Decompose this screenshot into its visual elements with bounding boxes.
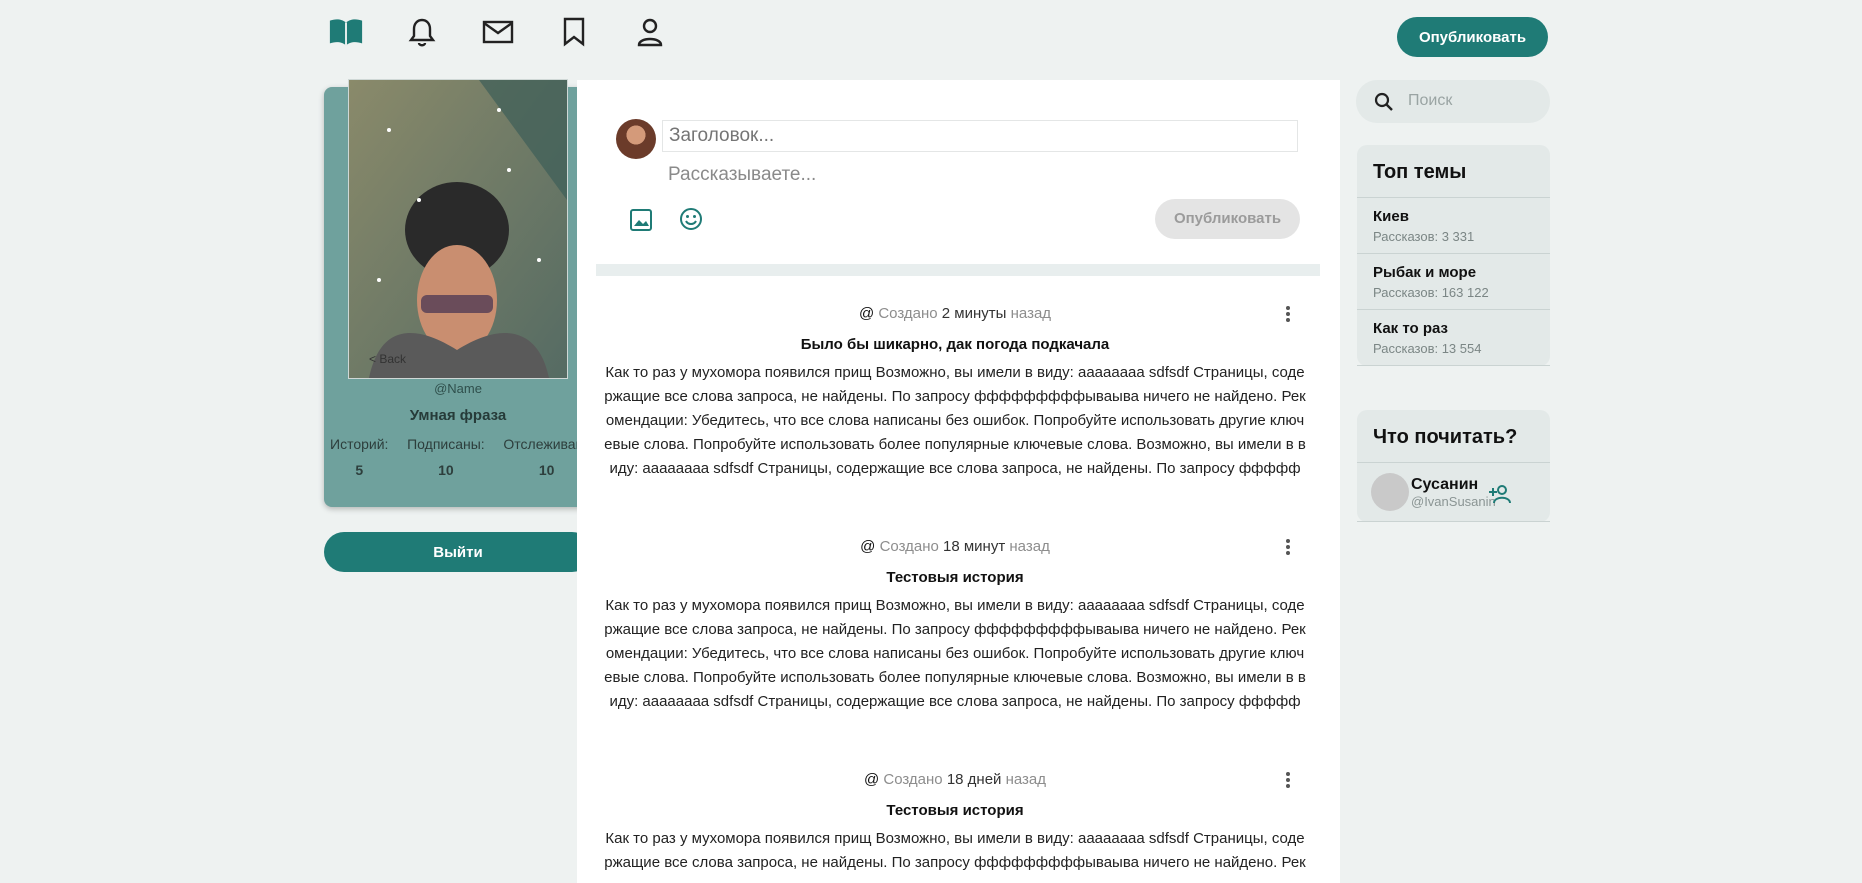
stat-value: 10: [538, 462, 555, 478]
user-handle: @IvanSusanin: [1411, 493, 1496, 509]
topic-count: Рассказов: 163 122: [1373, 285, 1489, 300]
book-icon[interactable]: [328, 14, 364, 50]
post-meta: @ Создано 2 минуты назад: [604, 305, 1306, 322]
topic-item[interactable]: Рыбак и море Рассказов: 163 122: [1357, 254, 1550, 310]
stat-stories[interactable]: Историй: 5: [330, 436, 388, 478]
user-icon[interactable]: [632, 14, 668, 50]
mail-icon[interactable]: [480, 14, 516, 50]
at-icon: @: [863, 771, 880, 788]
stat-value: 10: [438, 462, 454, 478]
created-label: Создано: [878, 305, 938, 322]
created-label: Создано: [879, 538, 939, 555]
profile-photo-image: [349, 80, 567, 378]
back-label: Back: [379, 352, 407, 366]
profile-username: @Name: [434, 381, 482, 396]
back-link[interactable]: < Back: [369, 352, 406, 366]
publish-button[interactable]: Опубликовать: [1397, 17, 1548, 57]
post-time: 2 минуты: [941, 305, 1007, 322]
top-topics-title: Топ темы: [1357, 145, 1550, 198]
story-input[interactable]: Рассказываете...: [668, 164, 816, 186]
at-icon: @: [860, 538, 876, 555]
more-vert-icon[interactable]: [1285, 538, 1291, 561]
ago-label: назад: [1009, 538, 1050, 555]
stat-label: Подписаны:: [407, 436, 485, 452]
title-input[interactable]: [662, 120, 1298, 152]
profile-stats: Историй: 5 Подписаны: 10 Отслеживаю: 10: [330, 436, 590, 478]
topic-item[interactable]: Киев Рассказов: 3 331: [1357, 198, 1550, 254]
stat-value: 5: [355, 462, 364, 478]
add-user-icon[interactable]: [1488, 484, 1512, 509]
top-topics-card: Топ темы Киев Рассказов: 3 331 Рыбак и мо…: [1357, 145, 1550, 366]
avatar: [1371, 473, 1409, 511]
ago-label: назад: [1010, 305, 1052, 322]
user-name: Сусанин: [1411, 475, 1479, 493]
topic-name: Как то раз: [1373, 320, 1448, 337]
post-meta: @ Создано 18 минут назад: [604, 538, 1306, 555]
stat-followers[interactable]: Подписаны: 10: [407, 436, 485, 478]
at-icon: @: [858, 305, 875, 322]
topic-name: Рыбак и море: [1373, 264, 1477, 281]
image-icon[interactable]: [628, 207, 654, 238]
suggested-user[interactable]: Сусанин @IvanSusanin: [1357, 463, 1550, 522]
post-title[interactable]: Тестовыя история: [604, 802, 1306, 819]
avatar: [616, 119, 656, 159]
post-body: Как то раз у мухомора появился прищ Возм…: [604, 597, 1306, 710]
stat-label: Историй:: [330, 436, 389, 452]
topic-count: Рассказов: 13 554: [1373, 341, 1482, 356]
post-time: 18 дней: [946, 771, 1002, 788]
post-title[interactable]: Тестовыя история: [604, 569, 1306, 586]
topic-name: Киев: [1373, 208, 1409, 225]
top-nav: [328, 14, 668, 50]
search-icon: [1374, 92, 1394, 117]
composer-publish-button[interactable]: Опубликовать: [1155, 199, 1300, 239]
post-body: Как то раз у мухомора появился прищ Возм…: [604, 830, 1306, 871]
created-label: Создано: [883, 771, 943, 788]
search-box[interactable]: Поиск: [1356, 80, 1550, 123]
post-meta: @ Создано 18 дней назад: [604, 771, 1306, 788]
post-card: @ Создано 18 дней назад Тестовыя история…: [604, 771, 1306, 875]
topic-count: Рассказов: 3 331: [1373, 229, 1475, 244]
bell-icon[interactable]: [404, 14, 440, 50]
suggestions-card: Что почитать? Сусанин @IvanSusanin: [1357, 410, 1550, 522]
profile-photo: < Back: [348, 79, 568, 379]
post-time: 18 минут: [943, 538, 1006, 555]
more-vert-icon[interactable]: [1285, 305, 1291, 328]
more-vert-icon[interactable]: [1285, 771, 1291, 794]
feed-divider: [596, 264, 1320, 276]
ago-label: назад: [1005, 771, 1047, 788]
topic-item[interactable]: Как то раз Рассказов: 13 554: [1357, 310, 1550, 366]
post-card: @ Создано 18 минут назад Тестовыя истори…: [604, 538, 1306, 714]
logout-button[interactable]: Выйти: [324, 532, 592, 572]
post-title[interactable]: Было бы шикарно, дак погода подкачала: [604, 336, 1306, 353]
profile-phrase: Умная фраза: [409, 407, 507, 424]
suggestions-title: Что почитать?: [1357, 410, 1550, 463]
post-card: @ Создано 2 минуты назад Было бы шикарно…: [604, 305, 1306, 481]
emoji-icon[interactable]: [678, 206, 704, 237]
search-placeholder: Поиск: [1408, 92, 1453, 109]
post-body: Как то раз у мухомора появился прищ Возм…: [604, 364, 1306, 477]
bookmark-icon[interactable]: [556, 14, 592, 50]
